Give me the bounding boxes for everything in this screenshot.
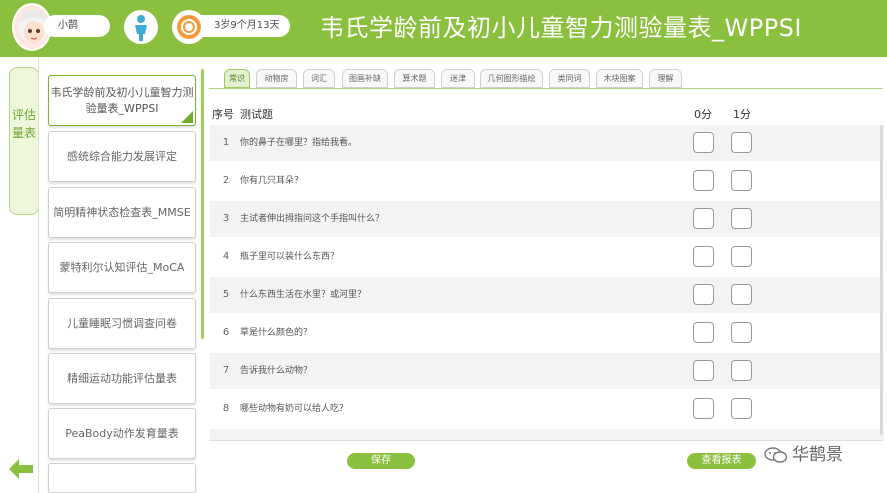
question-text: 你有几只耳朵？ xyxy=(240,176,304,186)
nav-tab-label: 评估量表 xyxy=(11,108,36,140)
question-text: 瓶子里可以装什么东西？ xyxy=(240,252,340,262)
scale-item-label: 蒙特利尔认知评估_MoCA xyxy=(59,260,185,274)
score-0-checkbox[interactable] xyxy=(693,170,714,191)
question-number: 2 xyxy=(222,175,230,186)
col-header-score0: 0分 xyxy=(694,108,712,121)
score-0-checkbox[interactable] xyxy=(693,208,714,229)
scale-item-label: 简明精神状态检查表_MMSE xyxy=(53,205,191,219)
question-number: 4 xyxy=(222,251,230,262)
question-row: 3 主试者伸出拇指问这个手指叫什么？ xyxy=(210,201,884,237)
scale-item-mmse[interactable]: 简明精神状态检查表_MMSE xyxy=(48,187,196,238)
question-text: 告诉我什么动物？ xyxy=(240,366,313,376)
scale-item-label: 韦氏学龄前及初小儿童智力测验量表_WPPSI xyxy=(50,85,194,115)
question-row: 2 你有几只耳朵？ xyxy=(210,163,884,199)
score-1-checkbox[interactable] xyxy=(731,208,752,229)
score-1-checkbox[interactable] xyxy=(731,360,752,381)
question-row-partial xyxy=(210,429,884,440)
scale-item-sensory[interactable]: 感统综合能力发展评定 xyxy=(48,131,196,182)
question-row: 1 你的鼻子在哪里？指给我看。 xyxy=(210,125,884,161)
view-report-button[interactable]: 查看报表 xyxy=(687,453,756,469)
scale-item-label: 精细运动功能评估量表 xyxy=(67,371,177,385)
score-0-checkbox[interactable] xyxy=(693,398,714,419)
scale-item-moca[interactable]: 蒙特利尔认知评估_MoCA xyxy=(48,242,196,293)
nav-divider xyxy=(38,57,39,493)
tab-divider xyxy=(209,88,883,89)
score-0-checkbox[interactable] xyxy=(693,132,714,153)
question-number: 1 xyxy=(222,137,230,148)
question-number: 3 xyxy=(222,213,230,224)
scale-item-partial[interactable] xyxy=(48,463,196,493)
score-1-checkbox[interactable] xyxy=(731,322,752,343)
tab-geometric-design[interactable]: 几何图形描绘 xyxy=(480,69,543,88)
nav-tab-assessment[interactable]: 评估量表 xyxy=(9,67,39,215)
question-row: 4 瓶子里可以装什么东西？ xyxy=(210,239,884,275)
question-text: 草是什么颜色的？ xyxy=(240,328,313,338)
question-number: 5 xyxy=(222,289,230,300)
question-number: 6 xyxy=(222,327,230,338)
scale-item-label: PeaBody动作发育量表 xyxy=(65,426,179,440)
tab-vocabulary[interactable]: 词汇 xyxy=(303,69,335,88)
col-header-question: 测试题 xyxy=(240,108,273,121)
score-1-checkbox[interactable] xyxy=(731,398,752,419)
question-number: 7 xyxy=(222,365,230,376)
col-header-seq: 序号 xyxy=(212,108,234,121)
scale-item-wppsi[interactable]: 韦氏学龄前及初小儿童智力测验量表_WPPSI xyxy=(48,75,196,126)
question-row: 8 哪些动物有奶可以给人吃？ xyxy=(210,391,884,427)
app-header: 小鹊 3岁9个月13天 韦氏学龄前及初小儿童智力测验量表_WPPSI xyxy=(0,0,887,57)
question-text: 主试者伸出拇指问这个手指叫什么？ xyxy=(240,214,385,224)
question-row: 7 告诉我什么动物？ xyxy=(210,353,884,389)
question-text: 哪些动物有奶可以给人吃？ xyxy=(240,404,349,414)
tab-similarities[interactable]: 类同词 xyxy=(549,69,590,88)
question-text: 什么东西生活在水里？或河里？ xyxy=(240,290,367,300)
question-row: 6 草是什么颜色的？ xyxy=(210,315,884,351)
tab-comprehension[interactable]: 理解 xyxy=(649,69,682,88)
scale-list: 韦氏学龄前及初小儿童智力测验量表_WPPSI 感统综合能力发展评定 简明精神状态… xyxy=(44,69,200,493)
score-1-checkbox[interactable] xyxy=(731,132,752,153)
scale-list-scrollbar[interactable] xyxy=(201,69,204,339)
user-name: 小鹊 xyxy=(44,15,110,37)
tab-picture-completion[interactable]: 图画补缺 xyxy=(342,69,388,88)
tab-maze[interactable]: 迷津 xyxy=(441,69,475,88)
col-header-score1: 1分 xyxy=(733,108,751,121)
score-0-checkbox[interactable] xyxy=(693,246,714,267)
scale-item-fine-motor[interactable]: 精细运动功能评估量表 xyxy=(48,353,196,404)
watermark-text: 华鹊景 xyxy=(792,445,843,465)
question-row: 5 什么东西生活在水里？或河里？ xyxy=(210,277,884,313)
scale-item-label: 感统综合能力发展评定 xyxy=(67,149,177,163)
save-button[interactable]: 保存 xyxy=(347,453,415,469)
tab-block-design[interactable]: 木块图案 xyxy=(596,69,643,88)
score-1-checkbox[interactable] xyxy=(731,246,752,267)
gender-icon xyxy=(124,10,158,44)
question-text: 你的鼻子在哪里？指给我看。 xyxy=(240,138,358,148)
clock-icon xyxy=(172,10,206,44)
arrow-left-icon[interactable] xyxy=(8,458,34,480)
scale-item-peabody[interactable]: PeaBody动作发育量表 xyxy=(48,408,196,459)
score-1-checkbox[interactable] xyxy=(731,170,752,191)
score-0-checkbox[interactable] xyxy=(693,322,714,343)
page-title: 韦氏学龄前及初小儿童智力测验量表_WPPSI xyxy=(320,14,802,42)
tab-common-sense[interactable]: 常识 xyxy=(224,69,250,88)
footer-divider xyxy=(209,440,883,441)
question-number: 8 xyxy=(222,403,230,414)
scale-item-sleep[interactable]: 儿童睡眠习惯调查问卷 xyxy=(48,298,196,349)
score-1-checkbox[interactable] xyxy=(731,284,752,305)
table-scrollbar[interactable] xyxy=(880,125,883,435)
scale-item-label: 儿童睡眠习惯调查问卷 xyxy=(67,316,177,330)
score-0-checkbox[interactable] xyxy=(693,284,714,305)
wechat-icon xyxy=(764,447,788,463)
score-0-checkbox[interactable] xyxy=(693,360,714,381)
tab-arithmetic[interactable]: 算术题 xyxy=(394,69,435,88)
tab-animal-house[interactable]: 动物房 xyxy=(256,69,297,88)
